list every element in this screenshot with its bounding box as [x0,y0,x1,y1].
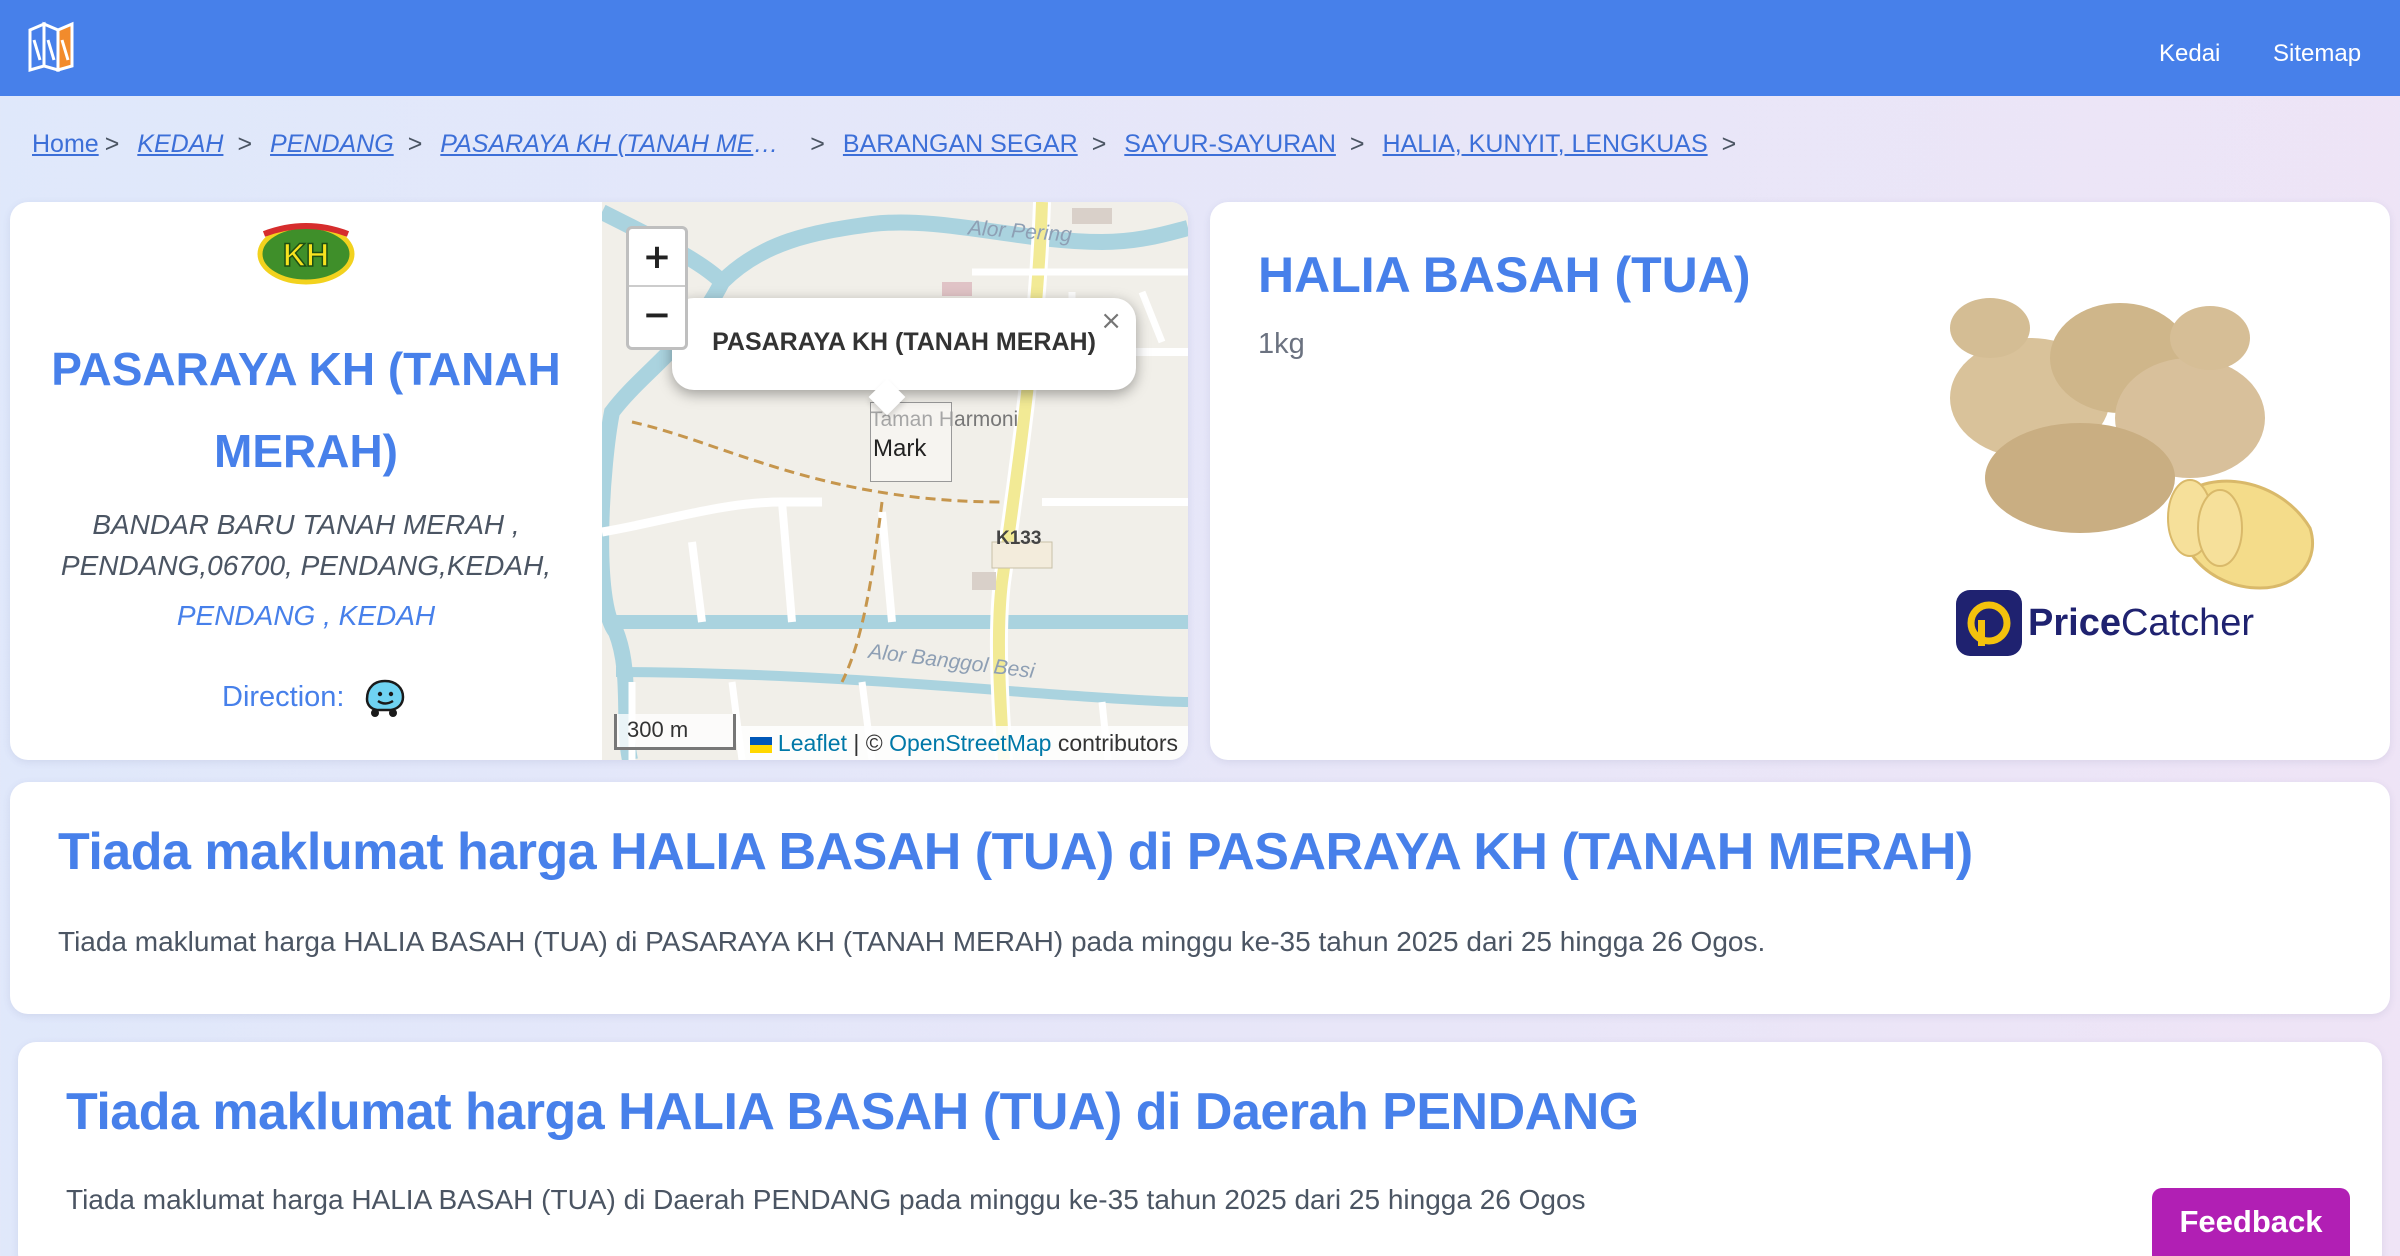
breadcrumb-pendang[interactable]: PENDANG [270,130,394,159]
openstreetmap-link[interactable]: OpenStreetMap [889,730,1051,756]
store-price-info-title: Tiada maklumat harga HALIA BASAH (TUA) d… [58,823,1973,881]
breadcrumb-separator: > [407,129,423,158]
breadcrumb-separator: > [1721,129,1737,158]
breadcrumb-home[interactable]: Home [32,130,99,159]
product-unit: 1kg [1258,328,1305,360]
zoom-in-button[interactable]: + [629,229,685,287]
product-card: HALIA BASAH (TUA) 1kg PriceCatcher [1210,202,2390,760]
district-price-info-title: Tiada maklumat harga HALIA BASAH (TUA) d… [66,1083,1639,1141]
map-attribution: Leaflet | © OpenStreetMap contributors [739,726,1188,760]
pricecatcher-icon [1956,590,2022,656]
store-price-info-body: Tiada maklumat harga HALIA BASAH (TUA) d… [58,926,1766,957]
map-label-road: K133 [996,528,1042,549]
zoom-out-button[interactable]: − [629,287,685,345]
store-logo-icon: KH [257,223,355,285]
district-price-info-card: Tiada maklumat harga HALIA BASAH (TUA) d… [18,1042,2382,1256]
map-marker[interactable]: Mark [870,402,952,482]
product-title: HALIA BASAH (TUA) [1258,247,1751,303]
map-popup: PASARAYA KH (TANAH MERAH) × [672,298,1136,416]
store-logo-text: KH [283,237,329,273]
pricecatcher-text: PriceCatcher [2028,601,2255,644]
leaflet-link[interactable]: Leaflet [778,730,847,756]
breadcrumb-separator: > [104,129,120,158]
breadcrumb-halia[interactable]: HALIA, KUNYIT, LENGKUAS [1383,130,1708,159]
map-zoom-control: + − [626,226,688,350]
breadcrumb-separator: > [810,129,825,158]
direction-label: Direction: [222,680,345,713]
waze-icon[interactable] [363,675,407,719]
attribution-tail: contributors [1057,730,1178,756]
breadcrumb: Home > KEDAH > PENDANG > PASARAYA KH (TA… [32,128,1754,160]
map-popup-text: PASARAYA KH (TANAH MERAH) [712,328,1096,356]
store-map[interactable]: Alor Pering Alor Banggol Besi K133 Taman… [602,202,1188,760]
site-logo-icon[interactable] [26,20,86,74]
breadcrumb-store[interactable]: PASARAYA KH (TANAH MERAH) [440,130,782,159]
breadcrumb-separator: > [237,129,253,158]
top-navbar: Kedai Sitemap [0,0,2400,96]
store-card: KH PASARAYA KH (TANAH MERAH) BANDAR BARU… [10,202,1188,760]
breadcrumb-kedah[interactable]: KEDAH [137,130,223,159]
direction-row: Direction: [222,672,407,722]
ukraine-flag-icon [749,736,772,753]
breadcrumb-separator: > [1349,129,1365,158]
store-name: PASARAYA KH (TANAH MERAH) [51,343,561,477]
breadcrumb-sayur-sayuran[interactable]: SAYUR-SAYURAN [1124,130,1336,159]
pricecatcher-badge: PriceCatcher [1956,588,2254,658]
breadcrumb-separator: > [1091,129,1107,158]
store-price-info-card: Tiada maklumat harga HALIA BASAH (TUA) d… [10,782,2390,1014]
feedback-button[interactable]: Feedback [2152,1188,2350,1256]
district-price-info-body: Tiada maklumat harga HALIA BASAH (TUA) d… [66,1184,1586,1215]
store-info: KH PASARAYA KH (TANAH MERAH) BANDAR BARU… [10,202,602,760]
map-popup-close-icon[interactable]: × [1100,306,1122,336]
map-marker-alt: Mark [873,435,927,462]
breadcrumb-barangan-segar[interactable]: BARANGAN SEGAR [843,130,1078,159]
store-address: BANDAR BARU TANAH MERAH , PENDANG,06700,… [60,509,552,581]
attribution-separator: | © [853,730,883,756]
nav-sitemap-link[interactable]: Sitemap [2273,40,2361,68]
nav-kedai-link[interactable]: Kedai [2159,40,2220,68]
map-scale: 300 m [614,714,736,750]
store-region-link[interactable]: PENDANG , KEDAH [50,592,562,640]
ginger-image-icon [1950,298,2315,590]
